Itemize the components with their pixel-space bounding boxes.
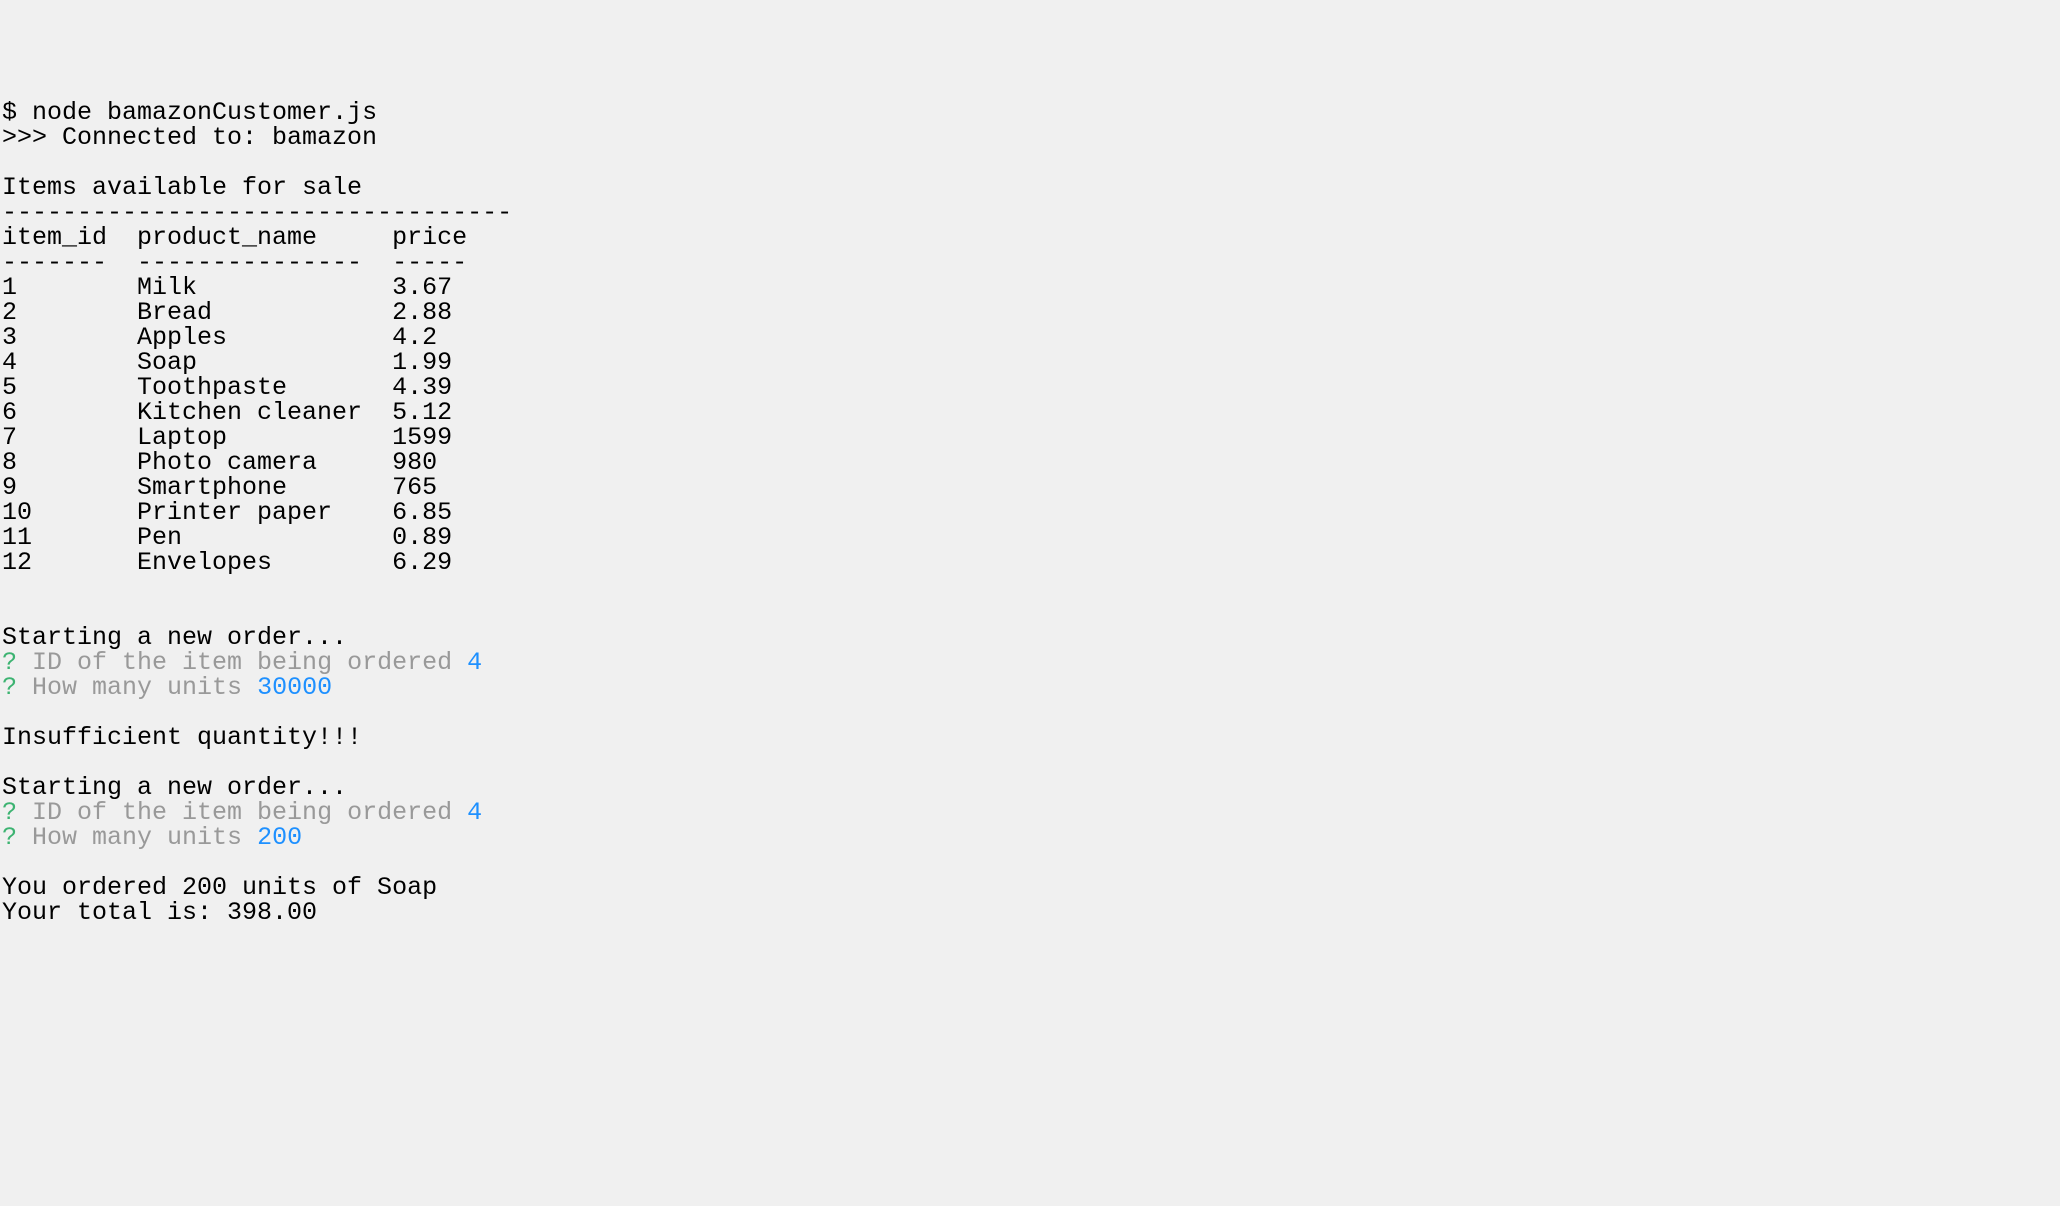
prompt-item-id-answer[interactable]: 4: [467, 798, 482, 827]
question-mark-icon: ?: [2, 823, 17, 852]
insufficient-message: Insufficient quantity!!!: [2, 723, 362, 752]
prompt-item-id-answer[interactable]: 4: [467, 648, 482, 677]
connected-line: >>> Connected to: bamazon: [2, 123, 377, 152]
terminal-output: $ node bamazonCustomer.js >>> Connected …: [0, 100, 2060, 925]
table-row: 12 Envelopes 6.29: [2, 548, 452, 577]
prompt-units-label: How many units: [17, 673, 257, 702]
order-total: Your total is: 398.00: [2, 898, 317, 927]
prompt-units-answer[interactable]: 30000: [257, 673, 332, 702]
prompt-units-answer[interactable]: 200: [257, 823, 302, 852]
prompt-units-label: How many units: [17, 823, 257, 852]
question-mark-icon: ?: [2, 673, 17, 702]
